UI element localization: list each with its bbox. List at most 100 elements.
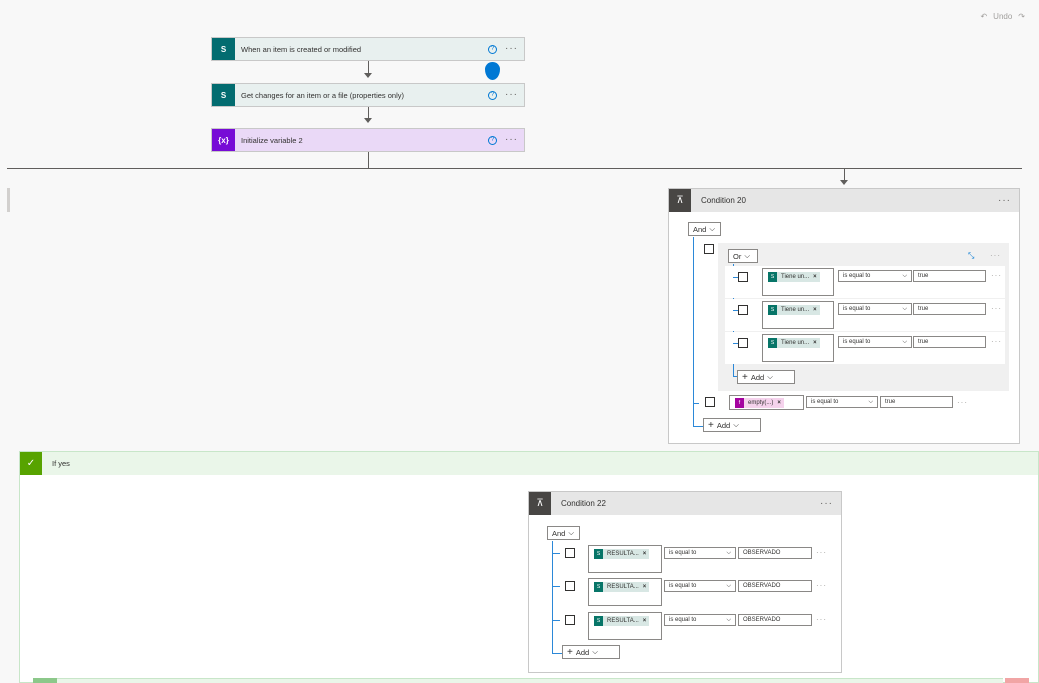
token-field[interactable]: S Tiene un... × bbox=[762, 334, 834, 362]
row-checkbox[interactable] bbox=[565, 581, 575, 591]
dynamic-token[interactable]: S RESULTA... × bbox=[594, 616, 650, 626]
condition-20-header[interactable]: ⊼ Condition 20 ··· bbox=[669, 189, 1019, 212]
chevron-down-icon: ⌵ bbox=[726, 582, 731, 589]
more-options-icon[interactable]: ··· bbox=[816, 615, 827, 624]
row-checkbox[interactable] bbox=[705, 397, 715, 407]
more-options-icon[interactable]: ··· bbox=[505, 135, 518, 145]
help-icon[interactable]: ? bbox=[488, 90, 497, 100]
collapse-icon[interactable]: ⤡ bbox=[968, 251, 974, 261]
chevron-down-icon: ⌵ bbox=[902, 338, 907, 345]
remove-token-icon[interactable]: × bbox=[813, 307, 817, 313]
sharepoint-icon: S bbox=[594, 616, 603, 626]
operator-select[interactable]: is equal to ⌵ bbox=[838, 336, 912, 348]
more-options-icon[interactable]: ··· bbox=[820, 498, 833, 508]
row-checkbox[interactable] bbox=[738, 338, 748, 348]
sharepoint-icon: S bbox=[594, 549, 603, 559]
and-dropdown[interactable]: And ⌵ bbox=[547, 526, 580, 540]
chevron-down-icon: ⌵ bbox=[568, 528, 575, 537]
token-field[interactable]: f empty(...) × bbox=[729, 395, 804, 410]
row-checkbox[interactable] bbox=[738, 272, 748, 282]
add-button[interactable]: + Add ⌵ bbox=[703, 418, 761, 432]
operator-label: is equal to bbox=[669, 583, 697, 589]
or-dropdown[interactable]: Or ⌵ bbox=[728, 249, 758, 263]
more-options-icon[interactable]: ··· bbox=[816, 548, 827, 557]
operator-select[interactable]: is equal to ⌵ bbox=[664, 547, 736, 559]
condition-row: S RESULTA... × is equal to ⌵ OBSERVADO ··· bbox=[552, 545, 842, 577]
redo-icon[interactable]: ↷ bbox=[1018, 12, 1025, 21]
remove-token-icon[interactable]: × bbox=[643, 584, 647, 590]
more-options-icon[interactable]: ··· bbox=[816, 581, 827, 590]
remove-token-icon[interactable]: × bbox=[813, 274, 817, 280]
token-field[interactable]: S Tiene un... × bbox=[762, 268, 834, 296]
dynamic-token[interactable]: S RESULTA... × bbox=[594, 582, 650, 592]
more-options-icon[interactable]: ··· bbox=[991, 304, 1002, 313]
chevron-down-icon: ⌵ bbox=[902, 272, 907, 279]
condition-20-title: Condition 20 bbox=[701, 196, 746, 205]
more-options-icon[interactable]: ··· bbox=[991, 337, 1002, 346]
connector-line bbox=[368, 152, 369, 168]
function-icon: f bbox=[735, 398, 744, 408]
token-field[interactable]: S RESULTA... × bbox=[588, 578, 662, 606]
get-changes-card[interactable]: S Get changes for an item or a file (pro… bbox=[211, 83, 525, 107]
condition-22-header[interactable]: ⊼ Condition 22 ··· bbox=[529, 492, 841, 515]
value-input[interactable]: OBSERVADO bbox=[738, 614, 812, 626]
value-input[interactable]: OBSERVADO bbox=[738, 547, 812, 559]
operator-select[interactable]: is equal to ⌵ bbox=[838, 270, 912, 282]
or-group-checkbox[interactable] bbox=[704, 244, 714, 254]
if-yes-header[interactable]: ✓ If yes bbox=[20, 452, 1038, 475]
more-options-icon[interactable]: ··· bbox=[998, 195, 1011, 205]
help-icon[interactable]: ? bbox=[488, 44, 497, 54]
value-input[interactable]: true bbox=[913, 336, 986, 348]
dynamic-token[interactable]: S RESULTA... × bbox=[594, 549, 650, 559]
undo-button[interactable]: Undo bbox=[993, 12, 1012, 21]
help-icon[interactable]: ? bbox=[488, 135, 497, 145]
operator-select[interactable]: is equal to ⌵ bbox=[664, 580, 736, 592]
condition-row: S Tiene un... × is equal to ⌵ true ··· bbox=[725, 299, 1005, 331]
token-field[interactable]: S RESULTA... × bbox=[588, 612, 662, 640]
sharepoint-icon: S bbox=[212, 84, 235, 106]
remove-token-icon[interactable]: × bbox=[813, 340, 817, 346]
row-checkbox[interactable] bbox=[565, 548, 575, 558]
row-checkbox[interactable] bbox=[738, 305, 748, 315]
condition-row: S RESULTA... × is equal to ⌵ OBSERVADO ··· bbox=[552, 578, 842, 610]
more-options-icon[interactable]: ··· bbox=[990, 251, 1001, 260]
remove-token-icon[interactable]: × bbox=[643, 551, 647, 557]
top-toolbar bbox=[0, 0, 1039, 36]
value-input[interactable]: true bbox=[913, 303, 986, 315]
token-field[interactable]: S RESULTA... × bbox=[588, 545, 662, 573]
operator-select[interactable]: is equal to ⌵ bbox=[806, 396, 878, 408]
condition-row: S Tiene un... × is equal to ⌵ true ··· bbox=[725, 332, 1005, 364]
chevron-down-icon: ⌵ bbox=[709, 224, 716, 233]
operator-label: is equal to bbox=[811, 399, 839, 405]
and-label: And bbox=[693, 224, 707, 234]
dynamic-token[interactable]: S Tiene un... × bbox=[768, 338, 820, 348]
token-field[interactable]: S Tiene un... × bbox=[762, 301, 834, 329]
undo-icon[interactable]: ↶ bbox=[980, 12, 987, 21]
chevron-down-icon: ⌵ bbox=[902, 305, 907, 312]
value-input[interactable]: OBSERVADO bbox=[738, 580, 812, 592]
more-options-icon[interactable]: ··· bbox=[505, 44, 518, 54]
add-button[interactable]: + Add ⌵ bbox=[562, 645, 620, 659]
more-options-icon[interactable]: ··· bbox=[991, 271, 1002, 280]
expression-token[interactable]: f empty(...) × bbox=[735, 398, 784, 408]
trigger-card[interactable]: S When an item is created or modified ? … bbox=[211, 37, 525, 61]
initialize-variable-card[interactable]: {x} Initialize variable 2 ? ··· bbox=[211, 128, 525, 152]
value-input[interactable]: true bbox=[880, 396, 953, 408]
and-dropdown[interactable]: And ⌵ bbox=[688, 222, 721, 236]
value-input[interactable]: true bbox=[913, 270, 986, 282]
condition-icon: ⊼ bbox=[669, 189, 691, 212]
sharepoint-icon: S bbox=[768, 305, 777, 315]
remove-token-icon[interactable]: × bbox=[643, 618, 647, 624]
more-options-icon[interactable]: ··· bbox=[957, 398, 968, 407]
remove-token-icon[interactable]: × bbox=[777, 400, 781, 406]
plus-icon: + bbox=[742, 371, 748, 383]
dynamic-token[interactable]: S Tiene un... × bbox=[768, 272, 820, 282]
dynamic-token[interactable]: S Tiene un... × bbox=[768, 305, 820, 315]
operator-select[interactable]: is equal to ⌵ bbox=[838, 303, 912, 315]
sharepoint-icon: S bbox=[768, 272, 777, 282]
add-button[interactable]: + Add ⌵ bbox=[737, 370, 795, 384]
more-options-icon[interactable]: ··· bbox=[505, 90, 518, 100]
operator-select[interactable]: is equal to ⌵ bbox=[664, 614, 736, 626]
scroll-handle[interactable] bbox=[7, 188, 10, 212]
row-checkbox[interactable] bbox=[565, 615, 575, 625]
